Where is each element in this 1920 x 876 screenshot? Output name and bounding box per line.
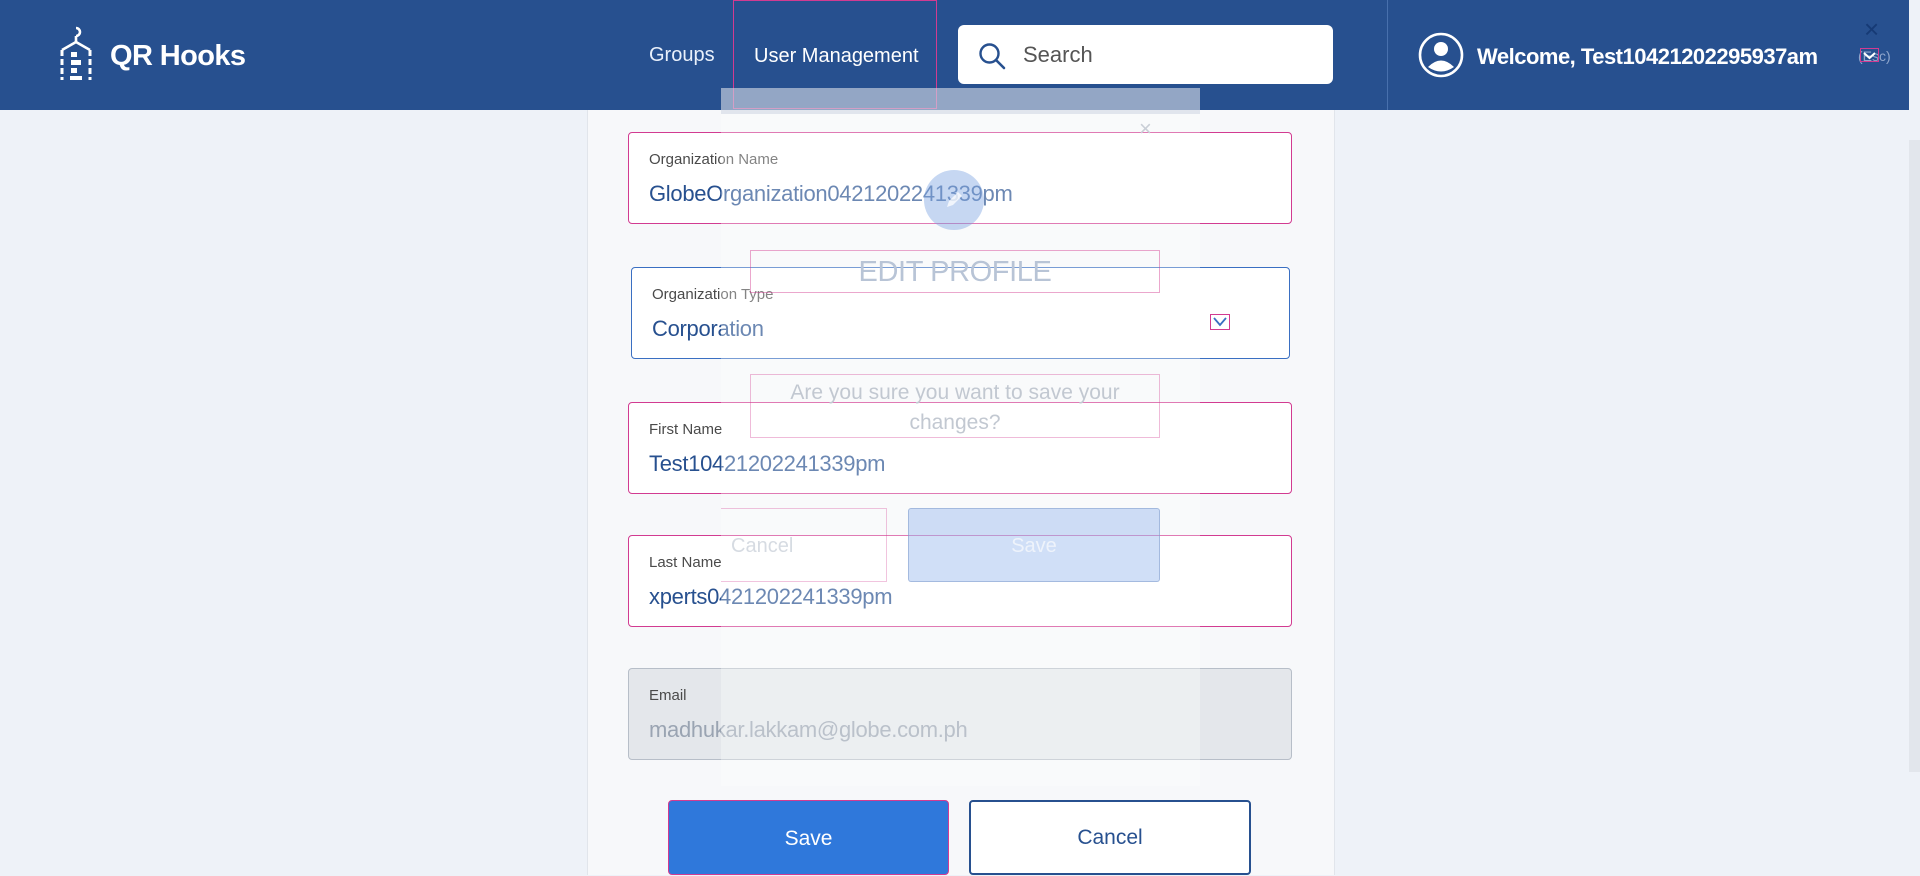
dialog-title: EDIT PROFILE	[750, 250, 1160, 293]
edit-profile-badge	[924, 170, 984, 230]
organization-type-dropdown-toggle[interactable]	[1210, 314, 1230, 330]
qr-hooks-logo-icon	[60, 26, 92, 80]
chevron-down-icon	[1213, 317, 1227, 327]
save-button[interactable]: Save	[668, 800, 949, 875]
user-menu-dropdown[interactable]	[1860, 48, 1879, 62]
dialog-cancel-button[interactable]: Cancel	[721, 508, 887, 582]
save-confirmation-dialog: × EDIT PROFILE Are you sure you want to …	[721, 88, 1200, 786]
welcome-text: Welcome, Test10421202295937am	[1477, 44, 1818, 69]
pencil-icon	[947, 192, 962, 207]
brand-name[interactable]: QR Hooks	[110, 40, 246, 73]
close-icon[interactable]: ×	[1864, 16, 1879, 42]
nav-link-groups[interactable]: Groups	[649, 44, 715, 67]
dialog-top-band	[721, 88, 1200, 114]
user-avatar-icon[interactable]	[1418, 32, 1464, 78]
search-icon	[979, 43, 1006, 70]
header-divider	[1387, 0, 1388, 110]
page-scrollbar[interactable]	[1909, 140, 1920, 772]
email-label: Email	[649, 687, 687, 704]
dialog-close-icon[interactable]: ×	[1139, 116, 1152, 142]
nav-link-user-management-label: User Management	[754, 45, 919, 67]
dialog-save-button[interactable]: Save	[908, 508, 1160, 582]
first-name-label: First Name	[649, 421, 723, 438]
chevron-down-icon	[1863, 52, 1876, 60]
search-box[interactable]	[958, 25, 1333, 84]
last-name-label: Last Name	[649, 554, 722, 571]
cancel-button[interactable]: Cancel	[969, 800, 1251, 875]
dialog-message: Are you sure you want to save your chang…	[750, 374, 1160, 438]
search-input[interactable]	[1021, 37, 1315, 73]
